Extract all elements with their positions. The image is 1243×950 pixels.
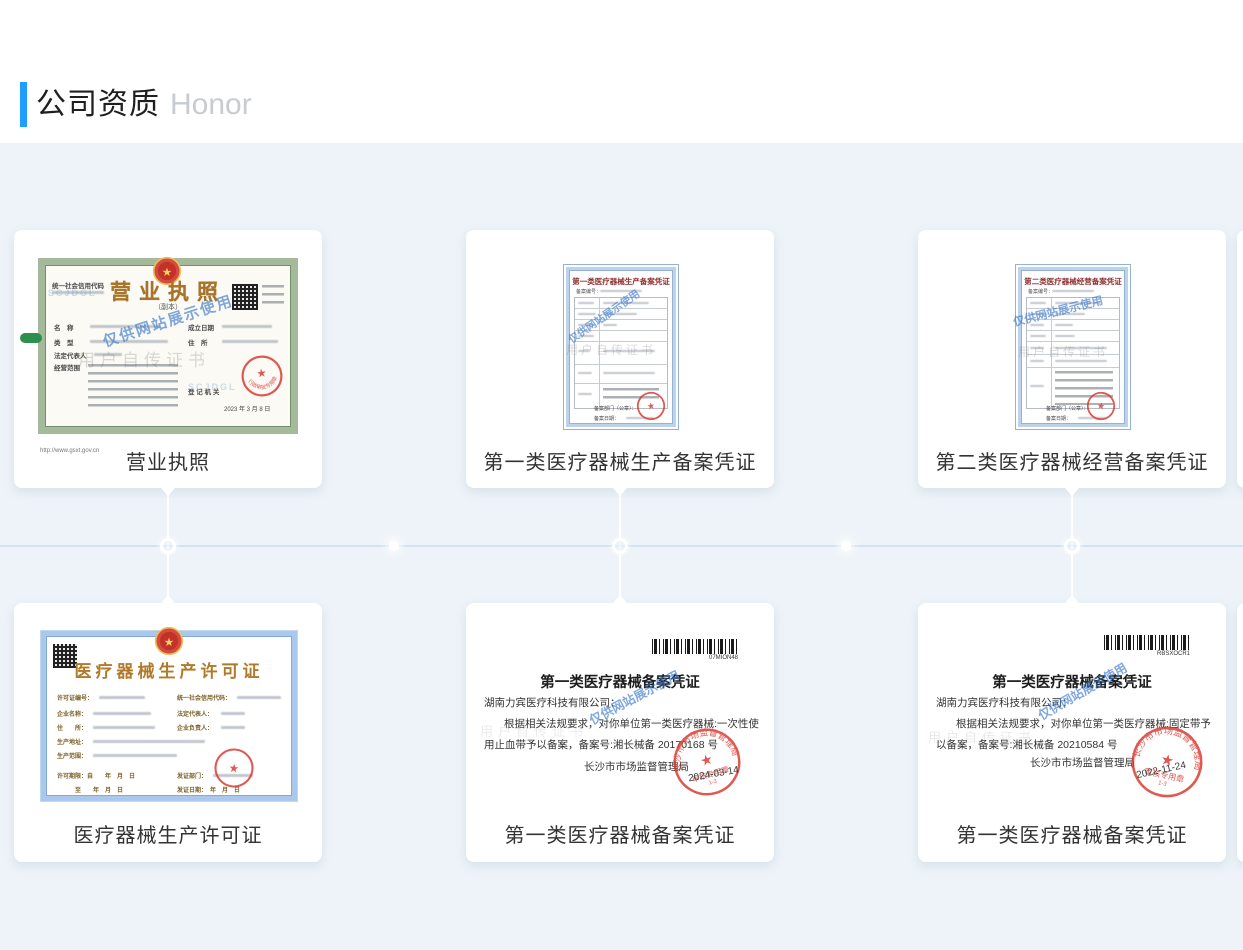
page: { "header": { "title_cn": "公司资质", "title… xyxy=(0,0,1243,950)
cert-card-production-license[interactable]: ★ 医疗器械生产许可证 许可证编号： 统一社会信用代码： 企业名称： 法定代表人… xyxy=(14,603,322,862)
partial-card-next-top xyxy=(1237,230,1243,488)
record-dept-label: 备案部门（公章）： xyxy=(1046,405,1089,412)
record-cert-image: 第二类医疗器械经营备案凭证 备案编号： 备案部门（公章）： 备案日期： ★ 仅供… xyxy=(1015,264,1131,430)
red-stamp: ★ xyxy=(211,745,257,791)
record-date-label: 备案日期： xyxy=(594,415,619,422)
upload-watermark: 用户自传证书 xyxy=(566,341,656,358)
record-cert-image: 第一类医疗器械生产备案凭证 备案编号： 备案部门（公章）： 备案日期： ★ 仅供… xyxy=(563,264,679,430)
svg-text:★: ★ xyxy=(256,367,268,380)
red-stamp: ★ 行政审批专用章 xyxy=(237,351,287,401)
cert-card-class1-production-record[interactable]: 第一类医疗器械生产备案凭证 备案编号： 备案部门（公章）： 备案日期： ★ 仅供… xyxy=(466,230,774,488)
approval-stamp: 长沙市市场监督管理局 ★ 审核专用章 1-3 xyxy=(664,719,751,806)
barcode xyxy=(652,639,738,654)
cert-card-class1-record-1[interactable]: 07MION48 第一类医疗器械备案凭证 湖南力宾医疗科技有限公司： 根据相关法… xyxy=(466,603,774,862)
barcode xyxy=(1104,635,1190,650)
field-label: 统一社会信用代码： xyxy=(177,693,231,702)
cert-label: 医疗器械生产许可证 xyxy=(14,819,322,848)
timeline-dot-mid xyxy=(841,541,851,551)
cert-card-class1-record-2[interactable]: RBSXOCR1 第一类医疗器械备案凭证 湖南力宾医疗科技有限公司： 根据相关法… xyxy=(918,603,1226,862)
photo-watermark: SCJDGL xyxy=(188,382,237,392)
timeline-dot xyxy=(160,538,176,554)
record-no-label: 备案编号： xyxy=(576,288,601,295)
section-title: 公司资质 Honor xyxy=(36,82,252,127)
timeline-dot-mid xyxy=(389,541,399,551)
cert-title: 第一类医疗器械备案凭证 xyxy=(466,671,774,692)
cert-title: 第二类医疗器械经营备案凭证 xyxy=(1022,276,1124,287)
barcode-code: 07MION48 xyxy=(652,655,738,661)
svg-text:★: ★ xyxy=(698,750,714,769)
title-accent-bar xyxy=(20,82,27,127)
qr-code xyxy=(232,284,258,310)
cert-label: 第一类医疗器械生产备案凭证 xyxy=(466,446,774,475)
field-label: 类 型 xyxy=(54,337,74,347)
upload-watermark: 用户自传证书 xyxy=(480,721,588,740)
field-label: 住 所： xyxy=(57,723,87,732)
production-license-image: ★ 医疗器械生产许可证 许可证编号： 统一社会信用代码： 企业名称： 法定代表人… xyxy=(40,630,298,802)
svg-text:1-3: 1-3 xyxy=(1157,780,1167,788)
field-label: 生产地址： xyxy=(57,737,87,746)
red-stamp: ★ xyxy=(634,389,669,424)
photo-watermark: SCJDGL xyxy=(48,288,97,298)
field-label: 法定代表人： xyxy=(177,709,213,718)
barcode-code: RBSXOCR1 xyxy=(1104,651,1190,657)
cert-label: 营业执照 xyxy=(14,446,322,475)
red-stamp: ★ xyxy=(1084,389,1118,423)
cert-date: 2023 年 3 月 8 日 xyxy=(224,404,270,413)
field-label: 企业负责人： xyxy=(177,723,213,732)
term-to-label: 至 年 月 日 xyxy=(75,785,123,794)
cert-label: 第一类医疗器械备案凭证 xyxy=(918,819,1226,848)
cert-title: 第一类医疗器械生产备案凭证 xyxy=(570,276,672,287)
cert-card-business-license[interactable]: ★ 统一社会信用代码 营业执照 （副本） 名 称 类 型 法定代表人 经营范围 … xyxy=(14,230,322,488)
svg-text:★: ★ xyxy=(646,400,656,411)
field-label: 生产范围： xyxy=(57,751,87,760)
cert-label: 第一类医疗器械备案凭证 xyxy=(466,819,774,848)
timeline-dot xyxy=(612,538,628,554)
section-header: 公司资质 Honor xyxy=(0,0,1243,143)
national-emblem-icon: ★ xyxy=(152,626,186,656)
issuer-line: 长沙市市场监督管理局 xyxy=(1030,755,1135,770)
upload-watermark: 用户自传证书 xyxy=(1018,343,1108,360)
upload-watermark: 用户自传证书 xyxy=(928,727,1036,746)
section-title-en: Honor xyxy=(170,88,252,121)
timeline-dot xyxy=(1064,538,1080,554)
approval-stamp: 长沙市市场监督管理局 ★ 审核专用章 1-3 xyxy=(1123,718,1211,806)
cert-title: 医疗器械生产许可证 xyxy=(41,657,297,682)
svg-text:★: ★ xyxy=(228,762,240,776)
field-label: 企业名称： xyxy=(57,709,87,718)
cert-label: 第二类医疗器械经营备案凭证 xyxy=(918,446,1226,475)
svg-text:★: ★ xyxy=(164,636,174,649)
business-license-image: ★ 统一社会信用代码 营业执照 （副本） 名 称 类 型 法定代表人 经营范围 … xyxy=(38,258,298,434)
cert-card-class2-operation-record[interactable]: 第二类医疗器械经营备案凭证 备案编号： 备案部门（公章）： 备案日期： ★ 仅供… xyxy=(918,230,1226,488)
partial-card-next-bottom xyxy=(1237,603,1243,862)
record-dept-label: 备案部门（公章）： xyxy=(594,405,637,412)
field-label: 经营范围 xyxy=(54,362,80,372)
svg-text:★: ★ xyxy=(1096,400,1105,411)
record-date-label: 备案日期： xyxy=(1046,415,1071,422)
field-label: 名 称 xyxy=(54,322,74,332)
photo-sticker xyxy=(20,333,42,343)
term-from-label: 许可期限：自 年 月 日 xyxy=(57,771,135,780)
honor-section: ★ 统一社会信用代码 营业执照 （副本） 名 称 类 型 法定代表人 经营范围 … xyxy=(0,143,1243,950)
upload-watermark: 用户自传证书 xyxy=(78,346,210,371)
section-title-cn: 公司资质 xyxy=(36,88,160,121)
record-no-label: 备案编号： xyxy=(1028,288,1053,295)
issue-dept-label: 发证部门： xyxy=(177,771,207,780)
field-label: 许可证编号： xyxy=(57,693,93,702)
